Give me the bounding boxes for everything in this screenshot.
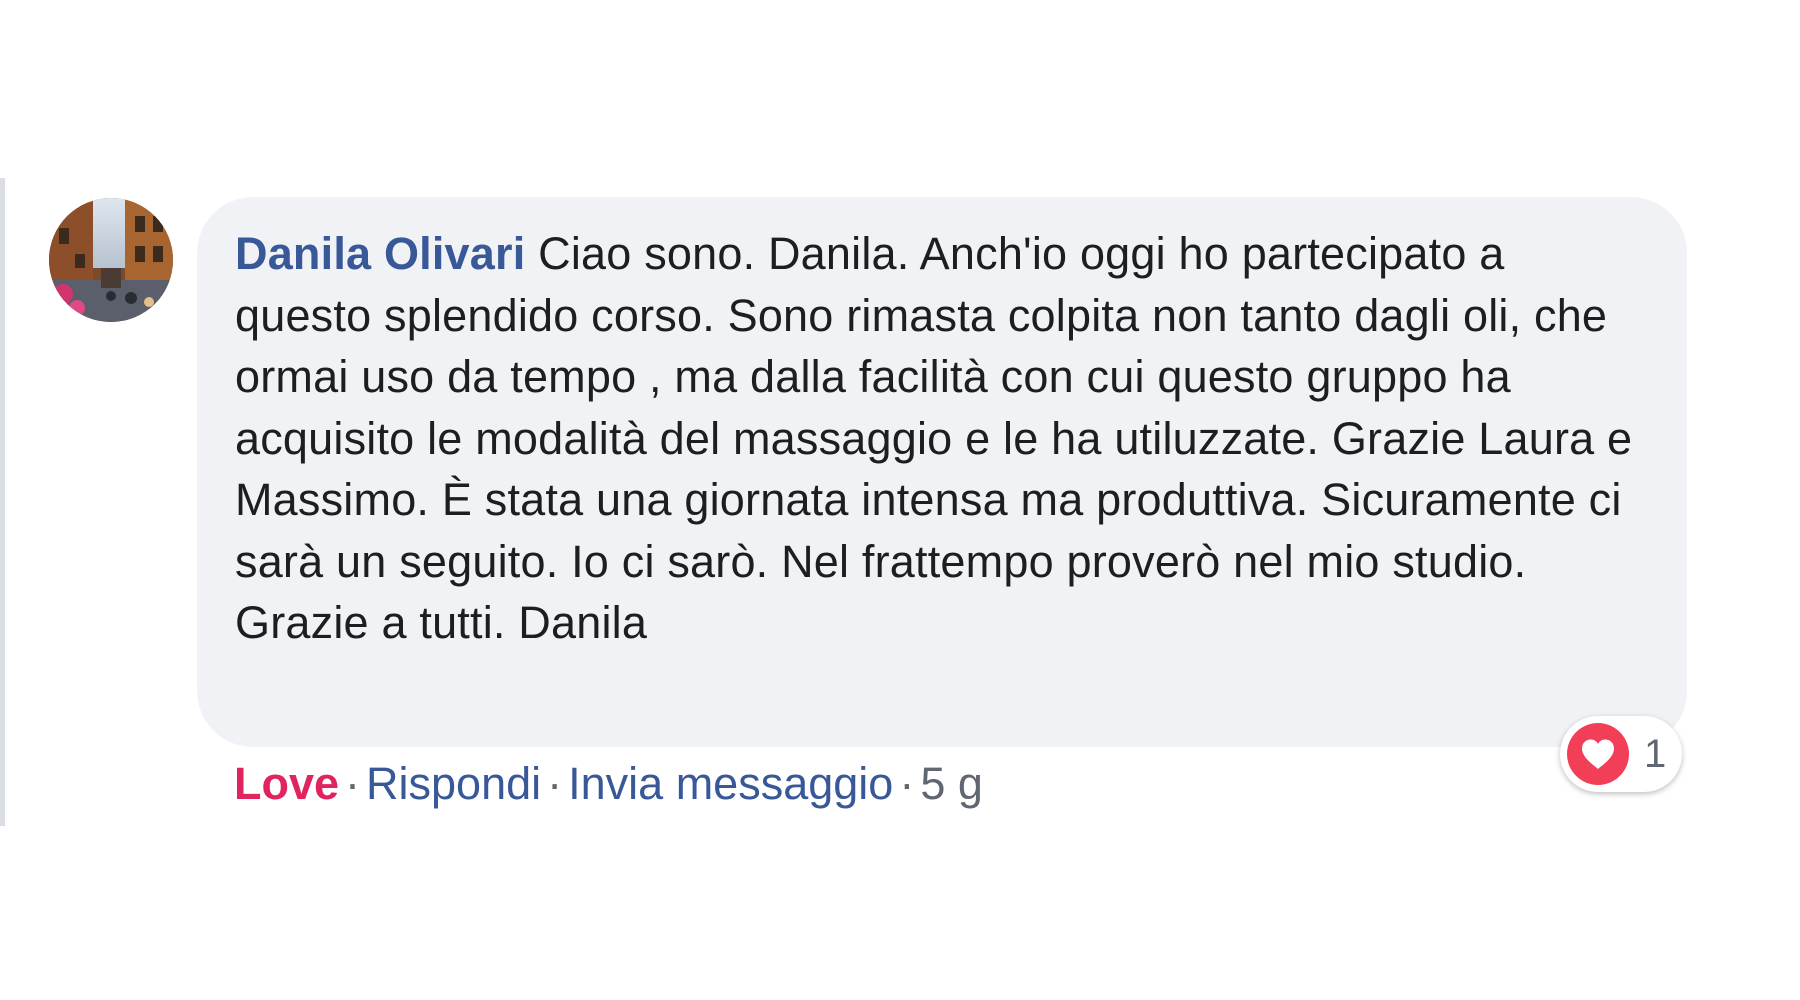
separator-dot: · [345, 758, 361, 809]
avatar-photo [49, 198, 173, 322]
avatar[interactable] [49, 198, 173, 322]
reply-link[interactable]: Rispondi [366, 758, 541, 809]
separator-dot: · [899, 758, 915, 809]
comment-body: Danila Olivari Ciao sono. Danila. Anch'i… [235, 223, 1651, 654]
comment-page: Danila Olivari Ciao sono. Danila. Anch'i… [0, 0, 1800, 1000]
heart-icon [1567, 723, 1629, 785]
timestamp[interactable]: 5 g [920, 758, 983, 809]
author-name[interactable]: Danila Olivari [235, 228, 525, 279]
comment-actions: Love · Rispondi · Invia messaggio · 5 g [234, 752, 983, 816]
reaction-summary[interactable]: 1 [1560, 716, 1682, 792]
comment-bubble: Danila Olivari Ciao sono. Danila. Anch'i… [197, 197, 1687, 747]
thread-line [0, 178, 5, 826]
love-reaction-button[interactable]: Love [234, 758, 339, 809]
comment-text: Ciao sono. Danila. Anch'io oggi ho parte… [235, 228, 1633, 648]
send-message-link[interactable]: Invia messaggio [568, 758, 893, 809]
separator-dot: · [547, 758, 563, 809]
reaction-count: 1 [1644, 731, 1667, 776]
